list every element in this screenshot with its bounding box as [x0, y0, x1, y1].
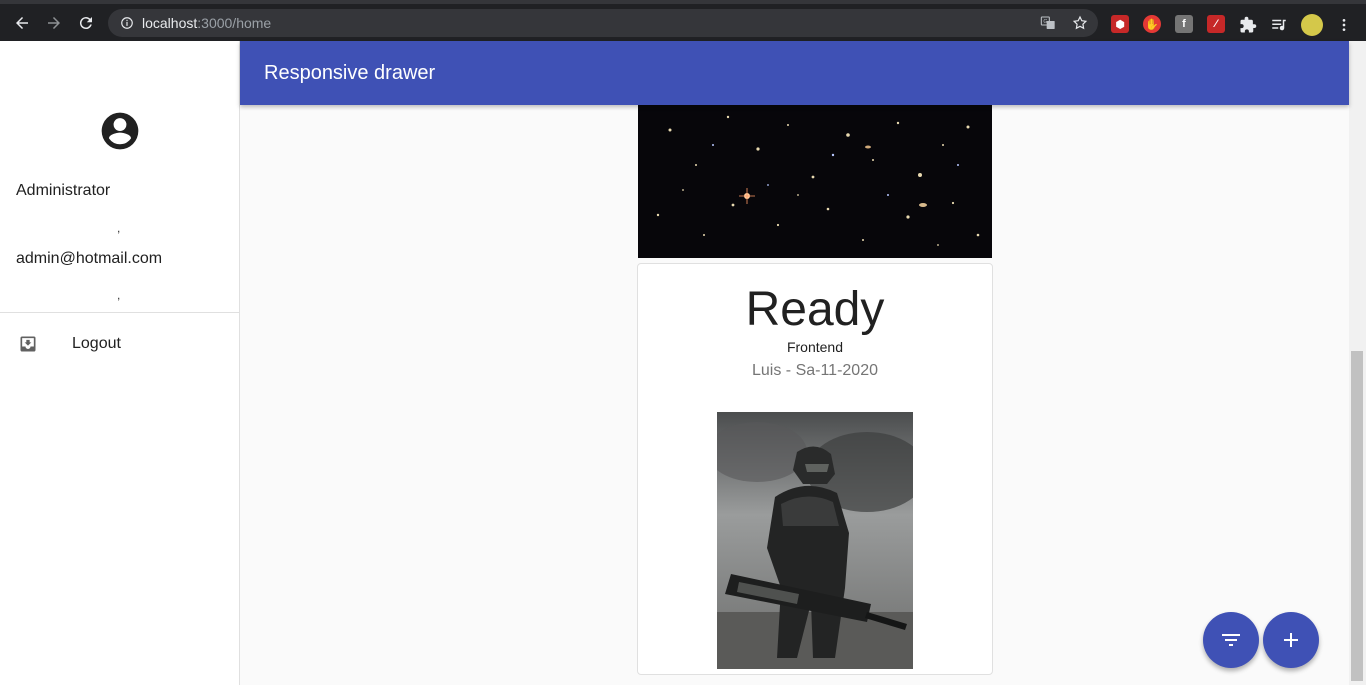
extension-2-icon[interactable]: ✋	[1143, 15, 1161, 33]
filter-list-icon	[1222, 634, 1240, 646]
star-icon[interactable]	[1072, 15, 1088, 31]
separator-text: ,	[117, 288, 121, 302]
forward-button[interactable]	[43, 12, 65, 34]
arrow-right-icon	[48, 17, 60, 29]
plus-icon	[1284, 633, 1298, 647]
logout-label: Logout	[72, 335, 121, 352]
card-title: Ready	[745, 283, 885, 336]
back-button[interactable]	[11, 12, 33, 34]
url-path: :3000/home	[197, 15, 272, 31]
reload-icon	[79, 17, 92, 30]
logout-item[interactable]: Logout	[0, 323, 239, 367]
info-icon	[121, 17, 133, 29]
app-bar: Responsive drawer	[240, 41, 1349, 105]
scrollbar-thumb[interactable]	[1351, 351, 1363, 681]
extension-1-icon[interactable]: ⬢	[1111, 15, 1129, 33]
browser-toolbar: localhost:3000/home G ⬢ ✋ f ⁄	[0, 0, 1366, 41]
menu-kebab-icon[interactable]	[1336, 16, 1352, 34]
post-card[interactable]: Ready Frontend Luis - Sa-11-2020	[637, 263, 993, 675]
soldier-image	[717, 412, 913, 669]
card-meta: Luis - Sa-11-2020	[752, 362, 878, 379]
profile-avatar[interactable]	[1301, 14, 1323, 36]
url-text: localhost:3000/home	[142, 15, 271, 31]
address-bar[interactable]: localhost:3000/home G	[108, 9, 1098, 37]
user-email: admin@hotmail.com	[16, 250, 163, 267]
page-scrollbar[interactable]	[1349, 41, 1366, 685]
drawer-divider	[0, 312, 239, 313]
user-name: Administrator	[16, 182, 111, 199]
separator-text: ,	[117, 221, 121, 235]
navigation-drawer: Administrator , admin@hotmail.com , Logo…	[0, 41, 240, 685]
translate-icon[interactable]: G	[1040, 15, 1056, 31]
arrow-left-icon	[16, 17, 28, 29]
extension-3-icon[interactable]: f	[1175, 15, 1193, 33]
galaxy-field	[638, 105, 992, 258]
extension-4-icon[interactable]: ⁄	[1207, 15, 1225, 33]
media-queue-icon[interactable]	[1270, 16, 1288, 34]
soldier-illustration	[717, 412, 913, 669]
reload-button[interactable]	[75, 12, 97, 34]
add-button[interactable]	[1263, 612, 1319, 668]
url-host: localhost	[142, 15, 198, 31]
puzzle-icon[interactable]	[1239, 16, 1257, 34]
account-circle-icon	[101, 112, 139, 150]
card-category: Frontend	[786, 339, 844, 355]
filter-button[interactable]	[1203, 612, 1259, 668]
move-to-inbox-icon	[20, 336, 36, 352]
app-title: Responsive drawer	[264, 62, 436, 84]
svg-text:G: G	[1043, 19, 1047, 25]
galaxy-image	[638, 105, 992, 258]
